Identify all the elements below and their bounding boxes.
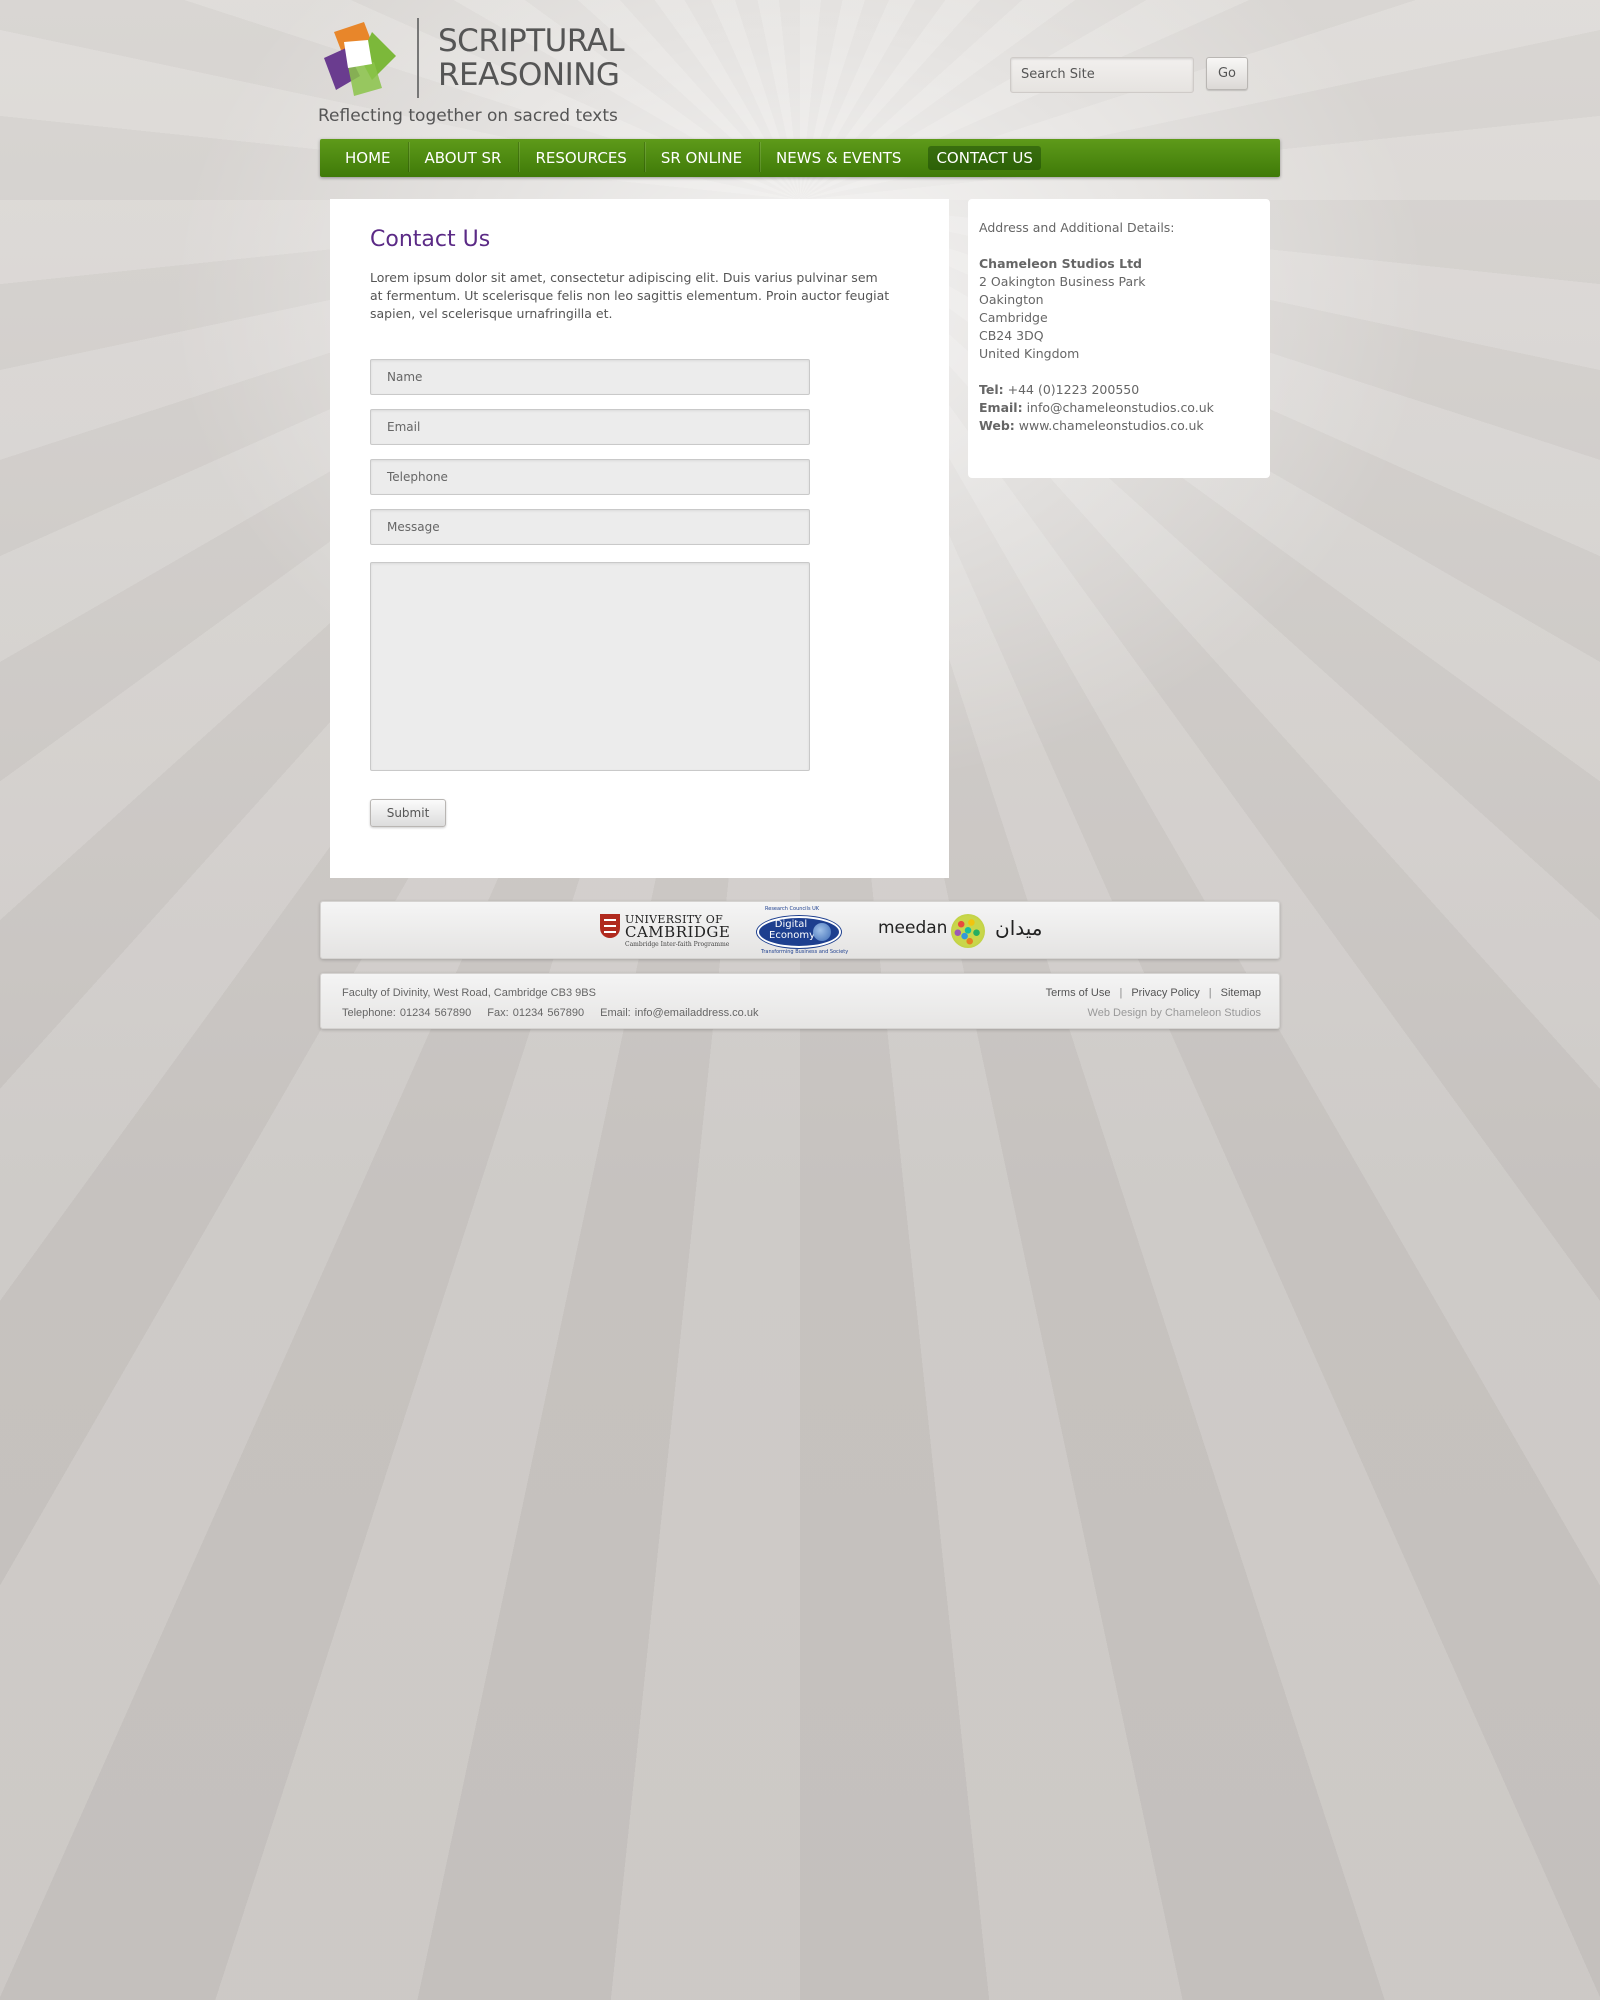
address-line: Oakington bbox=[979, 292, 1044, 307]
footer-link-sitemap[interactable]: Sitemap bbox=[1221, 987, 1261, 999]
contact-panel: Contact Us Lorem ipsum dolor sit amet, c… bbox=[330, 199, 949, 878]
nav-item-news-events[interactable]: NEWS & EVENTS bbox=[759, 142, 918, 172]
nav-item-about-sr[interactable]: ABOUT SR bbox=[407, 142, 519, 172]
address-panel: Address and Additional Details: Chameleo… bbox=[968, 199, 1270, 478]
digital-economy-logo[interactable]: Research Councils UK Digital Economy Tra… bbox=[755, 906, 848, 956]
footer-telephone: Telephone: 01234 567890 bbox=[342, 1007, 472, 1019]
cambridge-line3: Cambridge Inter-faith Programme bbox=[625, 941, 730, 948]
email-label: Email: bbox=[979, 400, 1023, 415]
web-label: Web: bbox=[979, 418, 1015, 433]
company-name: Chameleon Studios Ltd bbox=[979, 256, 1142, 271]
message-subject-field[interactable]: Message bbox=[370, 509, 810, 545]
nav-item-contact-us[interactable]: CONTACT US bbox=[928, 146, 1041, 170]
cambridge-shield-icon bbox=[600, 914, 620, 938]
footer-email[interactable]: Email: info@emailaddress.co.uk bbox=[600, 1007, 758, 1019]
footer-fax: Fax: 01234 567890 bbox=[487, 1007, 585, 1019]
nav-item-sr-online[interactable]: SR ONLINE bbox=[643, 142, 759, 172]
tel-value: +44 (0)1223 200550 bbox=[1007, 382, 1140, 397]
address-heading: Address and Additional Details: bbox=[979, 220, 1175, 235]
telephone-field[interactable]: Telephone bbox=[370, 459, 810, 495]
web-link[interactable]: www.chameleonstudios.co.uk bbox=[1019, 418, 1204, 433]
logo-text-line2: REASONING bbox=[438, 57, 620, 93]
search-input[interactable]: Search Site bbox=[1010, 57, 1194, 93]
partners-bar: UNIVERSITY OF CAMBRIDGE Cambridge Inter-… bbox=[320, 901, 1280, 959]
address-line: Cambridge bbox=[979, 310, 1048, 325]
footer-links: Terms of Use | Privacy Policy | Sitemap bbox=[1046, 987, 1261, 999]
logo-mark-icon bbox=[324, 22, 396, 96]
cambridge-line2: CAMBRIDGE bbox=[625, 923, 731, 941]
search-go-button[interactable]: Go bbox=[1206, 57, 1248, 90]
tel-label: Tel: bbox=[979, 382, 1004, 397]
nav-item-home[interactable]: HOME bbox=[328, 146, 408, 170]
footer-credit[interactable]: Web Design by Chameleon Studios bbox=[1088, 1007, 1261, 1019]
digital-economy-bottom: Transforming Business and Society bbox=[761, 949, 849, 955]
footer-link-terms[interactable]: Terms of Use bbox=[1046, 987, 1111, 999]
footer-contact: Telephone: 01234 567890 Fax: 01234 56789… bbox=[342, 1007, 770, 1019]
message-textarea[interactable] bbox=[370, 562, 810, 771]
logo-divider bbox=[417, 18, 419, 98]
email-row: Email: info@chameleonstudios.co.uk bbox=[979, 399, 1259, 417]
page-title: Contact Us bbox=[370, 227, 491, 252]
digital-economy-line1: Digital bbox=[774, 919, 808, 930]
address-line: United Kingdom bbox=[979, 346, 1080, 361]
nav-item-resources[interactable]: RESOURCES bbox=[518, 142, 643, 172]
site-logo[interactable]: SCRIPTURAL REASONING Reflecting together… bbox=[318, 18, 625, 128]
globe-icon bbox=[813, 923, 831, 941]
footer-link-privacy[interactable]: Privacy Policy bbox=[1131, 987, 1199, 999]
submit-button[interactable]: Submit bbox=[370, 799, 446, 827]
intro-text: Lorem ipsum dolor sit amet, consectetur … bbox=[370, 270, 890, 321]
web-row: Web: www.chameleonstudios.co.uk bbox=[979, 417, 1259, 435]
meedan-logo-icon bbox=[951, 914, 985, 948]
logo-text-line1: SCRIPTURAL bbox=[438, 23, 625, 59]
footer-separator: | bbox=[1119, 987, 1123, 999]
address-line: 2 Oakington Business Park bbox=[979, 274, 1146, 289]
meedan-logo-text[interactable]: meedan bbox=[878, 918, 947, 938]
email-field[interactable]: Email bbox=[370, 409, 810, 445]
digital-economy-text: Digital Economy bbox=[769, 919, 816, 941]
site-tagline: Reflecting together on sacred texts bbox=[318, 106, 618, 126]
main-nav: HOME ABOUT SR RESOURCES SR ONLINE NEWS &… bbox=[320, 139, 1280, 177]
digital-economy-top: Research Councils UK bbox=[765, 906, 820, 912]
site-footer: Faculty of Divinity, West Road, Cambridg… bbox=[320, 973, 1280, 1029]
logo-text: SCRIPTURAL REASONING bbox=[438, 23, 625, 93]
meedan-logo-arabic: ميدان bbox=[995, 916, 1043, 940]
footer-separator: | bbox=[1208, 987, 1212, 999]
email-link[interactable]: info@chameleonstudios.co.uk bbox=[1027, 400, 1214, 415]
footer-address: Faculty of Divinity, West Road, Cambridg… bbox=[342, 987, 596, 999]
address-line: CB24 3DQ bbox=[979, 328, 1044, 343]
name-field[interactable]: Name bbox=[370, 359, 810, 395]
digital-economy-line2: Economy bbox=[769, 930, 816, 941]
tel-row: Tel: +44 (0)1223 200550 bbox=[979, 381, 1259, 399]
